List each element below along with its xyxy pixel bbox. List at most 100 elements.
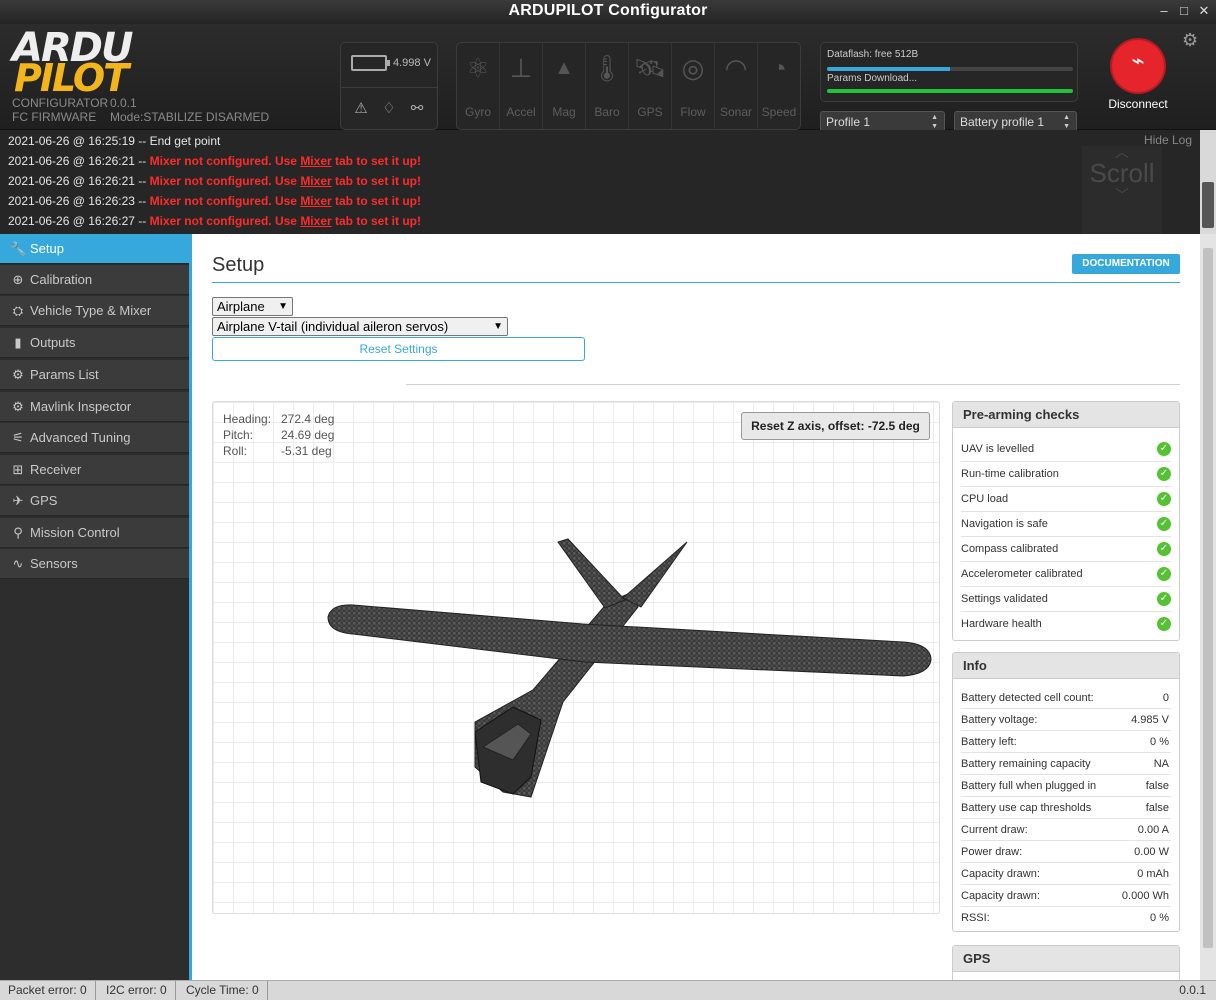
info-row: Capacity drawn: 0 mAh bbox=[961, 863, 1171, 885]
check-row: Hardware health ✓ bbox=[961, 612, 1171, 637]
check-ok-icon: ✓ bbox=[1157, 492, 1171, 506]
flight-mode: Mode:STABILIZE DISARMED bbox=[110, 110, 270, 124]
mixer-preset-select[interactable]: Airplane V-tail (individual aileron serv… bbox=[212, 317, 508, 336]
map-pin-icon: ⚲ bbox=[13, 525, 23, 540]
info-row: Power draw: 0.00 W bbox=[961, 841, 1171, 863]
app-version-status: 0.0.1 bbox=[1179, 983, 1206, 997]
sidebar-item-calibration[interactable]: ⊕ Calibration bbox=[0, 265, 189, 295]
sidebar-item-gps[interactable]: ✈ GPS bbox=[0, 486, 189, 516]
vehicle-type-select[interactable]: Airplane ▼ bbox=[212, 297, 293, 316]
updown-icon: ▲ ▼ bbox=[931, 114, 938, 130]
info-row: Battery left: 0 % bbox=[961, 731, 1171, 753]
gear-icon: ⚙ bbox=[12, 367, 24, 382]
header: ARDU PILOT CONFIGURATOR 0.0.1 FC FIRMWAR… bbox=[0, 24, 1216, 133]
check-ok-icon: ✓ bbox=[1157, 617, 1171, 631]
mixer-link[interactable]: Mixer bbox=[300, 154, 331, 168]
sensor-speed: ◔ Speed bbox=[758, 43, 800, 129]
airplane-model bbox=[327, 538, 932, 798]
packet-error: Packet error: 0 bbox=[0, 981, 96, 1000]
log-line: 2021-06-26 @ 16:25:19 -- End get point bbox=[8, 134, 221, 148]
log-scrollbar-thumb[interactable] bbox=[1202, 182, 1214, 228]
sidebar-item-setup[interactable]: 🔧 Setup bbox=[0, 234, 189, 264]
sensor-gps: 🛰 GPS bbox=[629, 43, 672, 129]
check-row: CPU load ✓ bbox=[961, 487, 1171, 512]
check-ok-icon: ✓ bbox=[1157, 567, 1171, 581]
sidebar-item-advanced-tuning[interactable]: ⚟ Advanced Tuning bbox=[0, 423, 189, 453]
status-bar: Packet error: 0 I2C error: 0 Cycle Time:… bbox=[0, 980, 1216, 1000]
sidebar-item-mavlink-inspector[interactable]: ⚙ Mavlink Inspector bbox=[0, 392, 189, 422]
main-scrollbar[interactable] bbox=[1200, 234, 1216, 980]
updown-icon: ▲ ▼ bbox=[1063, 114, 1070, 130]
fc-firmware-label: FC FIRMWARE bbox=[12, 110, 97, 124]
log-scrollbar[interactable] bbox=[1200, 130, 1216, 234]
info-row: Battery detected cell count: 0 bbox=[961, 687, 1171, 709]
gps-panel: GPS bbox=[952, 945, 1180, 980]
info-row: Capacity drawn: 0.000 Wh bbox=[961, 885, 1171, 907]
check-row: Run-time calibration ✓ bbox=[961, 462, 1171, 487]
hide-log-button[interactable]: Hide Log bbox=[1144, 133, 1192, 147]
gps-icon: 🛰 bbox=[633, 53, 667, 83]
close-icon[interactable]: ✕ bbox=[1196, 3, 1212, 19]
page-title: Setup bbox=[212, 254, 265, 276]
sensor-sonar: ◠ Sonar bbox=[715, 43, 758, 129]
check-row: UAV is levelled ✓ bbox=[961, 437, 1171, 462]
log-panel: 2021-06-26 @ 16:25:19 -- End get point 2… bbox=[0, 130, 1200, 234]
log-line: 2021-06-26 @ 16:26:27 -- Mixer not confi… bbox=[8, 214, 421, 228]
info-row: Battery full when plugged in false bbox=[961, 775, 1171, 797]
accel-icon: ⊥ bbox=[509, 53, 533, 83]
sidebar-item-params-list[interactable]: ⚙ Params List bbox=[0, 360, 189, 390]
main-scrollbar-thumb[interactable] bbox=[1203, 248, 1213, 948]
maximize-icon[interactable]: □ bbox=[1176, 3, 1192, 19]
receiver-icon: ⊞ bbox=[12, 462, 24, 477]
cycle-time: Cycle Time: 0 bbox=[178, 981, 268, 1000]
prearm-title: Pre-arming checks bbox=[953, 402, 1179, 428]
info-row: Battery remaining capacity NA bbox=[961, 753, 1171, 775]
sensor-mag: ▲ Mag bbox=[543, 43, 586, 129]
sensor-accel: ⊥ Accel bbox=[500, 43, 543, 129]
chevron-up-icon: ︿ bbox=[1115, 144, 1129, 160]
app-name: CONFIGURATOR bbox=[12, 96, 109, 110]
disconnect-button[interactable]: ⌁ bbox=[1112, 40, 1164, 92]
check-ok-icon: ✓ bbox=[1157, 517, 1171, 531]
flow-icon: ◎ bbox=[681, 53, 705, 83]
speed-icon: ◔ bbox=[771, 53, 787, 83]
gps-title: GPS bbox=[953, 946, 1179, 972]
disconnect-label[interactable]: Disconnect bbox=[1098, 97, 1178, 111]
scroll-toggle[interactable]: ︿ Scroll ﹀ bbox=[1082, 144, 1162, 234]
info-row: Battery voltage: 4.985 V bbox=[961, 709, 1171, 731]
mixer-icon: ⛭ bbox=[12, 303, 24, 318]
dataflash-status: Dataflash: free 512B Params Download... bbox=[820, 42, 1078, 102]
sidebar-item-vehicle-type[interactable]: ⛭ Vehicle Type & Mixer bbox=[0, 296, 189, 326]
sidebar-item-receiver[interactable]: ⊞ Receiver bbox=[0, 455, 189, 485]
check-row: Settings validated ✓ bbox=[961, 587, 1171, 612]
dataflash-label: Dataflash: free 512B bbox=[827, 49, 919, 60]
sensor-status: ⚛ Gyro ⊥ Accel ▲ Mag 🌡 Baro 🛰 GPS ◎ Flow ◠ Sona… bbox=[456, 42, 801, 130]
minimize-icon[interactable]: – bbox=[1156, 3, 1172, 19]
mixer-link[interactable]: Mixer bbox=[300, 214, 331, 228]
gear-icon[interactable]: ⚙ bbox=[1182, 30, 1198, 51]
info-row: RSSI: 0 % bbox=[961, 912, 1169, 924]
baro-icon: 🌡 bbox=[590, 53, 624, 83]
wrench-icon: 🔧 bbox=[10, 241, 27, 256]
app-version: 0.0.1 bbox=[110, 96, 137, 110]
title-divider bbox=[212, 282, 1180, 283]
dataflash-bar bbox=[827, 67, 1073, 71]
pulse-icon: ∿ bbox=[12, 556, 24, 571]
sidebar-item-mission-control[interactable]: ⚲ Mission Control bbox=[0, 518, 189, 548]
mixer-link[interactable]: Mixer bbox=[300, 174, 331, 188]
gyro-icon: ⚛ bbox=[466, 53, 490, 83]
sensor-gyro: ⚛ Gyro bbox=[457, 43, 500, 129]
setup-content: Setup DOCUMENTATION Airplane ▼ Airplane V… bbox=[192, 234, 1200, 980]
check-row: Compass calibrated ✓ bbox=[961, 537, 1171, 562]
params-download-bar bbox=[827, 89, 1073, 93]
documentation-button[interactable]: DOCUMENTATION bbox=[1072, 254, 1180, 274]
sidebar-item-outputs[interactable]: ▮ Outputs bbox=[0, 328, 189, 358]
reset-settings-button[interactable]: Reset Settings bbox=[212, 337, 585, 361]
gear-icon: ⚙ bbox=[12, 399, 24, 414]
params-download-label: Params Download... bbox=[827, 73, 918, 84]
model-view[interactable]: Heading: 272.4 deg Pitch: 24.69 deg Roll… bbox=[212, 401, 940, 914]
check-row: Navigation is safe ✓ bbox=[961, 512, 1171, 537]
check-row: Accelerometer calibrated ✓ bbox=[961, 562, 1171, 587]
sidebar-item-sensors[interactable]: ∿ Sensors bbox=[0, 549, 189, 579]
mixer-link[interactable]: Mixer bbox=[300, 194, 331, 208]
